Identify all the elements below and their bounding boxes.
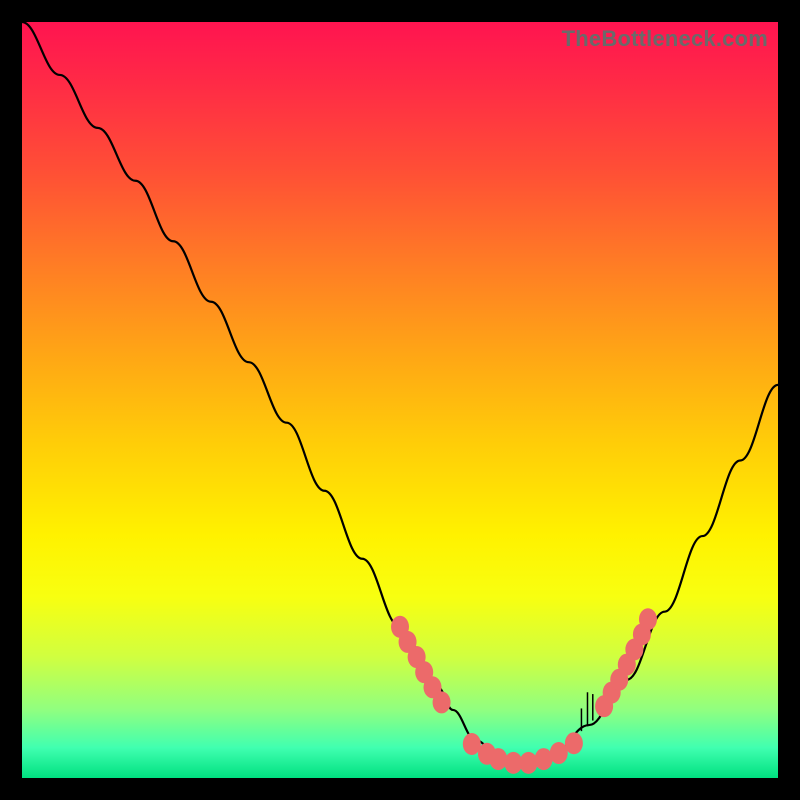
plot-area: TheBottleneck.com (22, 22, 778, 778)
data-marker (520, 752, 538, 774)
bottleneck-curve (22, 22, 778, 763)
data-marker (489, 748, 507, 770)
data-marker (565, 732, 583, 754)
data-marker (639, 608, 657, 630)
markers-group (391, 608, 657, 774)
chart-container: TheBottleneck.com (0, 0, 800, 800)
data-marker (433, 691, 451, 713)
chart-svg (22, 22, 778, 778)
